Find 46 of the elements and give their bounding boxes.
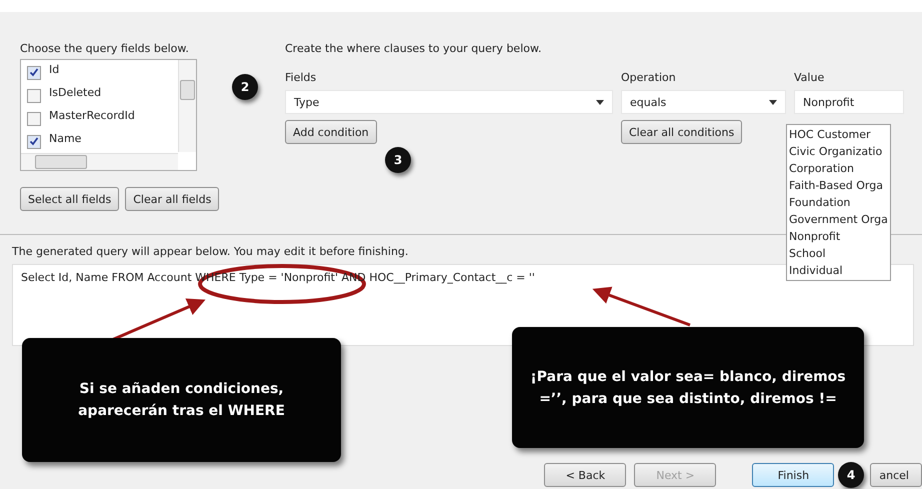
dropdown-option[interactable]: Corporation	[789, 160, 888, 177]
section-label: Create the where clauses to your query below.	[285, 42, 542, 55]
add-condition-button[interactable]: Add condition	[285, 120, 377, 144]
wizard-button[interactable]: Finish	[752, 463, 834, 487]
dropdown-caret-icon	[769, 100, 777, 104]
field-name: MasterRecordId	[49, 109, 135, 122]
dropdown-option[interactable]: Faith-Based Orga	[789, 177, 888, 194]
dropdown-caret-icon	[596, 100, 604, 104]
checkbox[interactable]	[27, 134, 41, 148]
dropdown-option[interactable]: Civic Organizatio	[789, 143, 888, 160]
annotation-callout: Si se añaden condiciones, aparecerán tras el WHERE	[22, 338, 341, 462]
query-label: The generated query will appear below. You may edit it before finishing.	[12, 245, 408, 258]
checkbox[interactable]	[27, 66, 41, 80]
fields-dropdown[interactable]: Type	[285, 90, 613, 114]
dropdown-option[interactable]: Nonprofit	[789, 228, 888, 245]
field-name: IsDeleted	[49, 86, 102, 99]
dropdown-option[interactable]: HOC Customer	[789, 126, 888, 143]
value-dropdown-list[interactable]: HOC Customer Civic Organizatio Corporation Faith-Based Orga Foundation Government Orga Nonprofit School Individual	[786, 124, 891, 281]
section-label: Choose the query fields below.	[20, 42, 189, 55]
clear-conditions-button[interactable]: Clear all conditions	[621, 120, 742, 144]
step-marker: 2	[232, 74, 258, 100]
fields-button[interactable]: Select all fields	[20, 187, 120, 211]
operation-dropdown[interactable]: equals	[621, 90, 786, 114]
dropdown-option[interactable]: Foundation	[789, 194, 888, 211]
dropdown-option[interactable]: School	[789, 245, 888, 262]
field-name: Name	[49, 132, 82, 145]
fields-button[interactable]: Clear all fields	[125, 187, 220, 211]
step-marker: 4	[838, 462, 864, 488]
checkmark-icon	[29, 66, 39, 76]
fields-listbox[interactable]: Id IsDeleted MasterRecordId Name	[20, 59, 197, 171]
annotation-callout: ¡Para que el valor sea= blanco, diremos =’’, para que sea distinto, diremos !=	[512, 327, 864, 448]
wizard-button[interactable]: < Back	[544, 463, 626, 487]
horizontal-scrollbar[interactable]	[21, 153, 178, 170]
column-label: Fields	[285, 71, 318, 84]
vertical-scrollbar[interactable]	[178, 60, 196, 152]
checkbox[interactable]	[27, 112, 41, 126]
checkmark-icon	[29, 136, 39, 146]
wizard-button[interactable]: ancel	[870, 463, 922, 487]
column-label: Value	[794, 71, 826, 84]
column-label: Operation	[621, 71, 677, 84]
step-marker: 3	[385, 147, 411, 173]
dropdown-option[interactable]: Individual	[789, 262, 888, 279]
value-field[interactable]: Nonprofit	[794, 90, 904, 114]
field-name: Id	[49, 63, 60, 76]
checkbox[interactable]	[27, 88, 41, 102]
dropdown-option[interactable]: Government Orga	[789, 211, 888, 228]
